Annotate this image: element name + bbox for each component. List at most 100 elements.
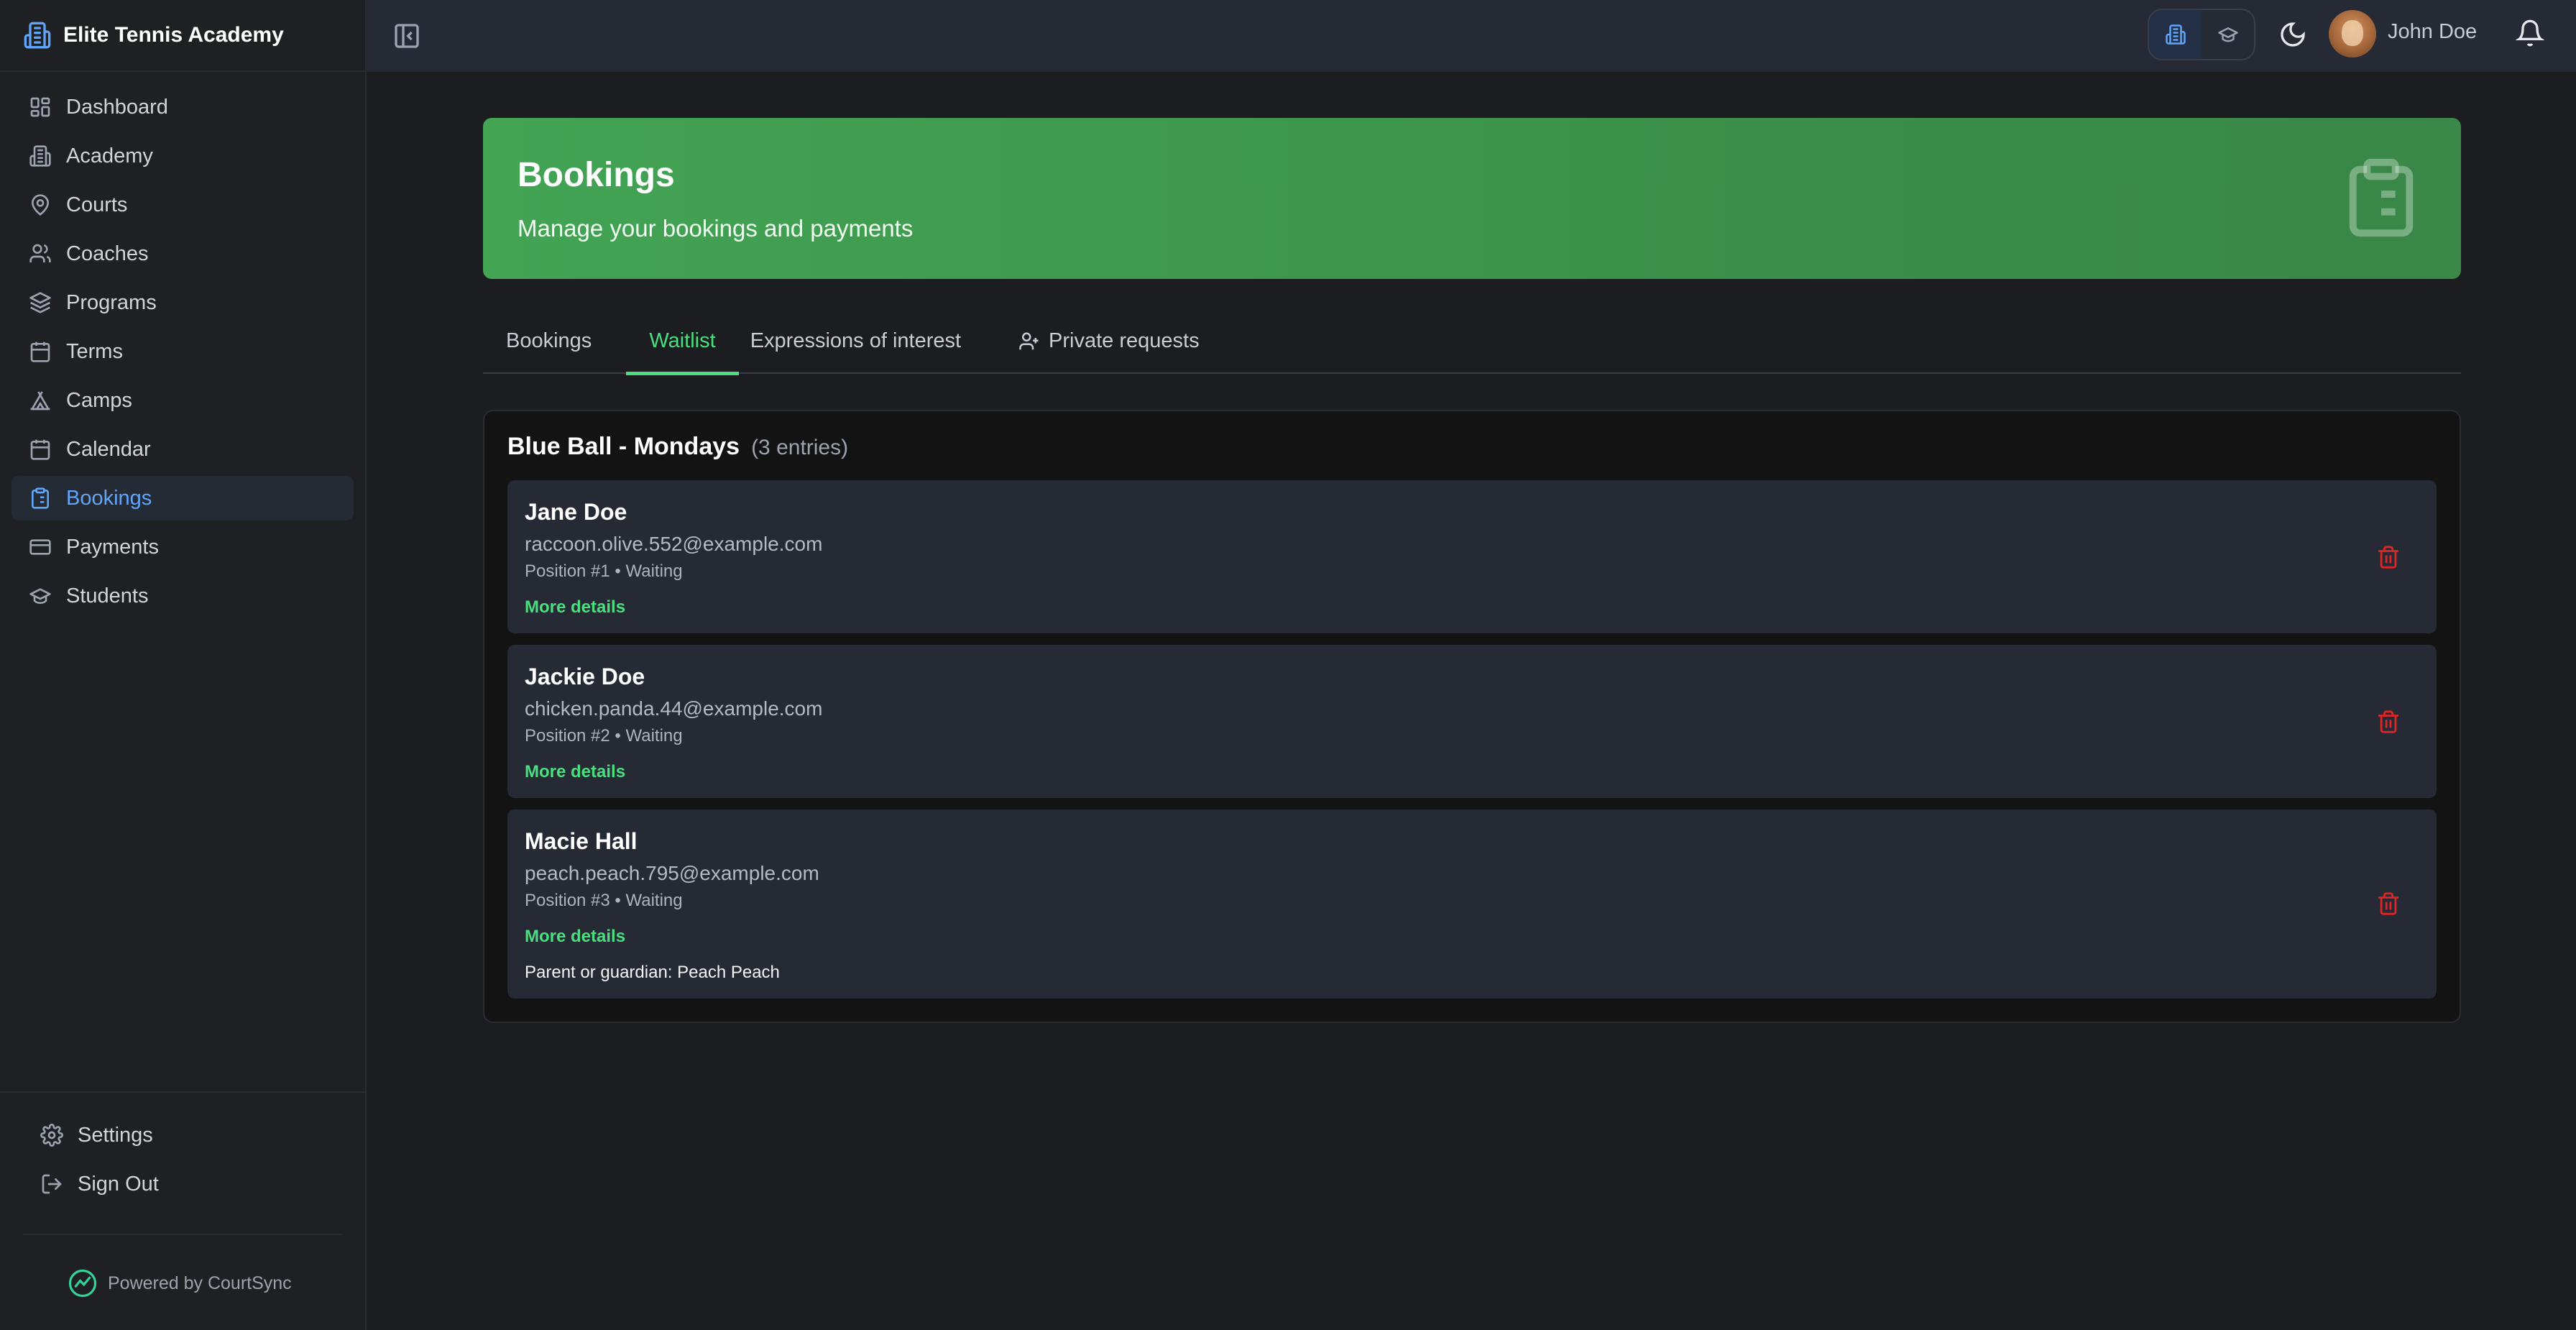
sidebar-item-label: Dashboard — [66, 95, 168, 119]
sidebar-footer: Settings Sign Out Powered by CourtSync — [0, 1091, 365, 1330]
group-count: (3 entries) — [751, 436, 849, 459]
sidebar-item-academy[interactable]: Academy — [12, 134, 354, 178]
role-student-button[interactable] — [2202, 10, 2254, 59]
user-name[interactable]: John Doe — [2388, 20, 2477, 44]
credit-card-icon — [29, 539, 51, 555]
sidebar-item-bookings[interactable]: Bookings — [12, 476, 354, 520]
waitlist-group: Blue Ball - Mondays (3 entries) Jane Doe… — [483, 410, 2461, 1023]
clipboard-icon — [32, 487, 49, 509]
sidebar-item-payments[interactable]: Payments — [12, 525, 354, 569]
tab-label: Bookings — [506, 329, 592, 352]
group-title: Blue Ball - Mondays — [507, 433, 740, 460]
entry-email: chicken.panda.44@example.com — [525, 697, 823, 720]
more-details-link[interactable]: More details — [525, 762, 625, 782]
group-header: Blue Ball - Mondays (3 entries) — [507, 433, 2437, 469]
entry-status: Position #3 • Waiting — [525, 891, 683, 910]
sign-out-link[interactable]: Sign Out — [23, 1162, 354, 1206]
trash-icon[interactable] — [2376, 545, 2401, 569]
main-content: Bookings Manage your bookings and paymen… — [483, 118, 2461, 1023]
sidebar-toggle-icon[interactable] — [392, 22, 421, 50]
entry-email: peach.peach.795@example.com — [525, 862, 819, 884]
layers-icon — [29, 292, 51, 313]
topbar: John Doe — [367, 0, 2576, 72]
sidebar-item-label: Programs — [66, 290, 157, 314]
role-switch — [2148, 9, 2255, 60]
sidebar-item-label: Academy — [66, 144, 153, 168]
tab-label: Waitlist — [649, 329, 716, 352]
user-plus-icon — [1019, 332, 1039, 350]
sidebar-item-label: Camps — [66, 388, 132, 412]
calendar-icon — [30, 341, 50, 362]
tab-bookings[interactable]: Bookings — [506, 325, 592, 374]
more-details-link[interactable]: More details — [525, 927, 625, 947]
sidebar-item-label: Payments — [66, 535, 159, 559]
sign-out-icon — [42, 1174, 62, 1194]
waitlist-entry: Macie Hall peach.peach.795@example.com P… — [507, 810, 2437, 999]
graduation-cap-icon — [29, 588, 51, 604]
map-pin-icon — [31, 194, 50, 216]
entry-name: Jackie Doe — [525, 664, 645, 689]
entry-name: Jane Doe — [525, 499, 627, 525]
sidebar: Elite Tennis Academy Dashboard Academy C… — [0, 0, 367, 1330]
bookings-tabs: Bookings Waitlist Expressions of interes… — [483, 325, 2461, 375]
sidebar-bottom-nav: Settings Sign Out — [0, 1093, 365, 1206]
gear-icon — [40, 1124, 63, 1147]
powered-by-text: Powered by CourtSync — [108, 1272, 292, 1293]
trash-icon[interactable] — [2376, 710, 2401, 734]
sidebar-item-label: Courts — [66, 193, 128, 216]
sidebar-item-camps[interactable]: Camps — [12, 378, 354, 423]
tab-expressions-of-interest[interactable]: Expressions of interest — [750, 325, 961, 374]
sidebar-item-label: Students — [66, 584, 149, 607]
brand-name: Elite Tennis Academy — [63, 23, 284, 47]
trash-icon[interactable] — [2376, 891, 2401, 916]
app-root: Elite Tennis Academy Dashboard Academy C… — [0, 0, 2576, 1330]
entry-name: Macie Hall — [525, 828, 638, 854]
waitlist-entry: Jane Doe raccoon.olive.552@example.com P… — [507, 480, 2437, 633]
settings-link[interactable]: Settings — [23, 1113, 354, 1157]
tab-label: Private requests — [1049, 329, 1200, 352]
sidebar-item-coaches[interactable]: Coaches — [12, 231, 354, 276]
role-academy-button[interactable] — [2149, 10, 2202, 59]
building-icon — [29, 145, 51, 167]
sidebar-item-terms[interactable]: Terms — [12, 329, 354, 374]
page-subtitle: Manage your bookings and payments — [518, 215, 914, 242]
page-title: Bookings — [518, 156, 675, 194]
courtsync-logo-icon — [68, 1269, 97, 1298]
entry-email: raccoon.olive.552@example.com — [525, 533, 823, 555]
sidebar-item-label: Calendar — [66, 437, 151, 461]
entry-status: Position #2 • Waiting — [525, 726, 683, 746]
sidebar-item-courts[interactable]: Courts — [12, 183, 354, 227]
moon-icon[interactable] — [2278, 20, 2307, 49]
sidebar-item-dashboard[interactable]: Dashboard — [12, 85, 354, 129]
building-icon — [2165, 24, 2186, 45]
sidebar-item-label: Bookings — [66, 486, 152, 510]
entry-guardian: Parent or guardian: Peach Peach — [525, 963, 780, 982]
sidebar-item-calendar[interactable]: Calendar — [12, 427, 354, 472]
tent-icon — [30, 391, 50, 411]
sidebar-nav: Dashboard Academy Courts Coaches Program… — [0, 72, 365, 618]
avatar[interactable] — [2329, 10, 2376, 58]
tab-label: Expressions of interest — [750, 329, 962, 352]
page-header-banner: Bookings Manage your bookings and paymen… — [483, 118, 2461, 279]
sidebar-item-students[interactable]: Students — [12, 574, 354, 618]
sidebar-item-programs[interactable]: Programs — [12, 280, 354, 325]
users-icon — [29, 244, 51, 262]
settings-label: Settings — [78, 1123, 153, 1147]
divider — [23, 1234, 342, 1235]
tab-waitlist[interactable]: Waitlist — [626, 325, 740, 375]
sidebar-item-label: Terms — [66, 339, 123, 363]
dashboard-icon — [30, 97, 50, 117]
building-icon — [24, 22, 51, 49]
more-details-link[interactable]: More details — [525, 597, 625, 618]
tab-private-requests[interactable]: Private requests — [1018, 325, 1200, 374]
bell-icon[interactable] — [2516, 19, 2544, 47]
waitlist-entry: Jackie Doe chicken.panda.44@example.com … — [507, 645, 2437, 798]
calendar-days-icon — [30, 439, 50, 460]
clipboard-icon — [2349, 158, 2414, 237]
sign-out-label: Sign Out — [78, 1172, 159, 1196]
powered-by[interactable]: Powered by CourtSync — [68, 1268, 292, 1298]
graduation-cap-icon — [2217, 27, 2238, 42]
entry-status: Position #1 • Waiting — [525, 561, 683, 581]
brand[interactable]: Elite Tennis Academy — [0, 0, 365, 72]
sidebar-item-label: Coaches — [66, 242, 149, 265]
